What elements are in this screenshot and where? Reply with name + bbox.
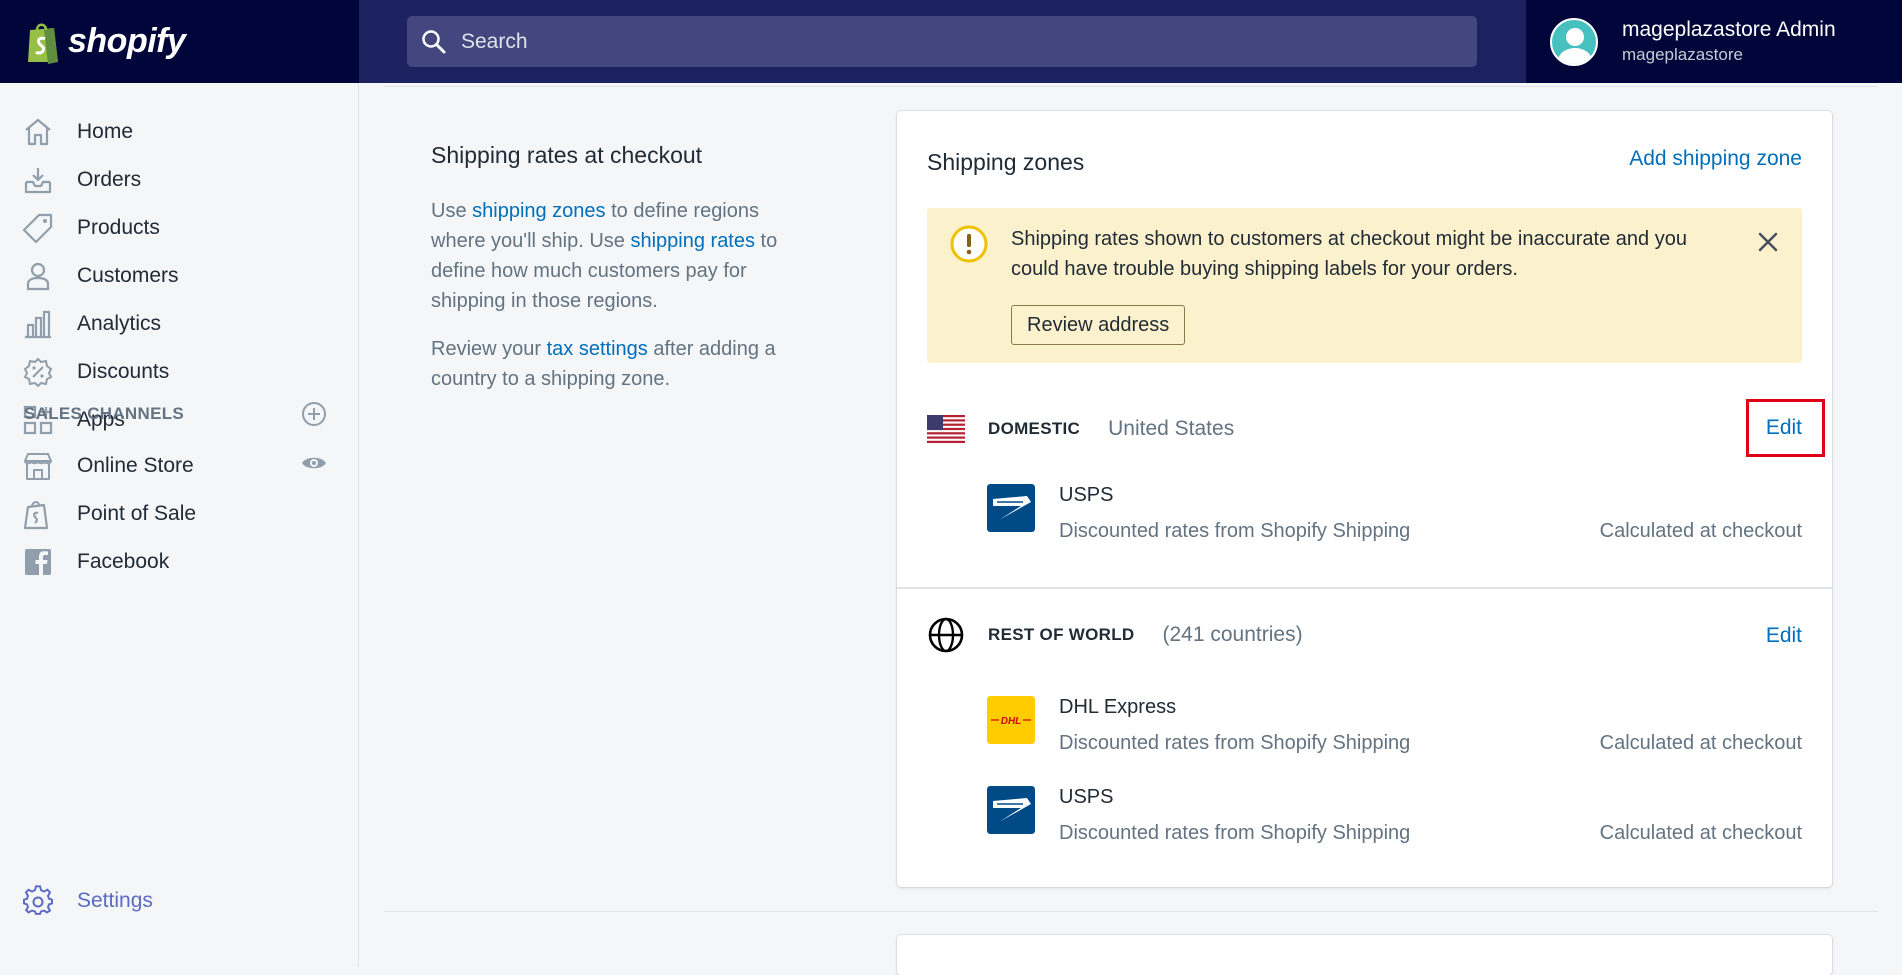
sidebar-item-point-of-sale[interactable]: Point of Sale: [22, 494, 196, 534]
card-title: Shipping zones: [927, 149, 1085, 175]
divider: [384, 911, 1878, 912]
review-address-button[interactable]: Review address: [1011, 305, 1186, 345]
section-description: Use shipping zones to define regions whe…: [431, 200, 778, 312]
sidebar-item-orders[interactable]: Orders: [22, 160, 141, 200]
pos-icon: [23, 501, 49, 530]
usps-logo-icon: [987, 786, 1035, 834]
user-menu[interactable]: mageplazastore Admin mageplazastore: [1526, 0, 1902, 83]
add-channel-icon[interactable]: [300, 400, 328, 428]
zone-countries: United States: [1108, 417, 1235, 440]
warning-banner: Shipping rates shown to customers at che…: [927, 208, 1802, 363]
add-shipping-zone-link[interactable]: Add shipping zone: [1629, 147, 1802, 171]
store-icon: [24, 453, 52, 480]
user-store: mageplazastore: [1622, 45, 1743, 64]
tag-icon: [22, 213, 53, 244]
zone-countries: (241 countries): [1162, 623, 1303, 646]
carrier-rate: Calculated at checkout: [1599, 520, 1802, 542]
carrier-description: Discounted rates from Shopify Shipping: [1059, 732, 1411, 754]
next-card: [897, 935, 1832, 975]
user-name: mageplazastore Admin: [1622, 18, 1836, 41]
sidebar-item-label: Point of Sale: [77, 502, 197, 525]
carrier-description: Discounted rates from Shopify Shipping: [1059, 822, 1411, 844]
carrier-name: USPS: [1059, 786, 1114, 808]
sidebar-item-label: Products: [77, 216, 160, 239]
globe-icon: [928, 617, 964, 653]
carrier-rate: Calculated at checkout: [1599, 732, 1802, 754]
carrier-rate: Calculated at checkout: [1599, 822, 1802, 844]
sidebar-item-online-store[interactable]: Online Store: [22, 446, 194, 486]
close-icon[interactable]: [1754, 228, 1782, 256]
zone-domestic-header: DOMESTIC United States: [927, 411, 1234, 447]
eye-icon[interactable]: [300, 449, 328, 477]
sidebar-item-label: Orders: [77, 168, 142, 191]
sidebar-item-home[interactable]: Home: [22, 112, 133, 152]
svg-text:DHL: DHL: [1001, 716, 1022, 727]
dhl-logo-icon: DHL: [987, 696, 1035, 744]
brand-name: shopify: [68, 22, 186, 60]
sidebar-item-label: Facebook: [77, 550, 170, 573]
sidebar-item-discounts[interactable]: Discounts: [22, 352, 169, 392]
us-flag-icon: [927, 415, 965, 443]
sidebar-item-label: Settings: [77, 889, 153, 912]
carrier-name: DHL Express: [1059, 696, 1177, 718]
search-input[interactable]: [461, 29, 1361, 54]
shipping-rates-link[interactable]: shipping rates: [630, 230, 755, 252]
sidebar-item-analytics[interactable]: Analytics: [22, 304, 161, 344]
sidebar-item-label: Discounts: [77, 360, 170, 383]
discount-icon: [23, 357, 53, 388]
banner-message: Shipping rates shown to customers at che…: [1011, 228, 1687, 280]
section-description-tax: Review your tax settings after adding a …: [431, 338, 776, 390]
carrier-description: Discounted rates from Shopify Shipping: [1059, 520, 1411, 542]
warning-icon: [950, 225, 988, 263]
zone-name: REST OF WORLD: [988, 625, 1135, 644]
sidebar-item-label: Online Store: [77, 454, 194, 477]
tax-settings-link[interactable]: tax settings: [547, 338, 648, 360]
carrier-row: USPS Discounted rates from Shopify Shipp…: [987, 786, 1802, 856]
sidebar-item-customers[interactable]: Customers: [22, 256, 179, 296]
shopify-bag-icon: [28, 23, 58, 64]
shipping-zones-link[interactable]: shipping zones: [472, 200, 605, 222]
search-bar[interactable]: [407, 16, 1477, 67]
bar-chart-icon: [25, 310, 51, 339]
sidebar-item-label: Analytics: [77, 312, 162, 335]
shopify-logo[interactable]: shopify: [0, 0, 359, 83]
sales-channels-header: SALES CHANNELS: [24, 404, 185, 423]
sidebar-item-label: Customers: [77, 264, 179, 287]
sidebar-item-products[interactable]: Products: [22, 208, 160, 248]
sidebar-item-label: Home: [77, 120, 134, 143]
edit-world-link[interactable]: Edit: [1766, 624, 1802, 648]
search-icon: [422, 29, 446, 53]
shipping-zones-card: Shipping zones Add shipping zone Shippin…: [897, 111, 1832, 887]
divider: [897, 587, 1832, 589]
home-icon: [25, 118, 51, 146]
orders-icon: [24, 168, 52, 194]
divider: [384, 86, 1878, 87]
carrier-name: USPS: [1059, 484, 1114, 506]
gear-icon: [23, 885, 53, 915]
facebook-icon: [25, 549, 51, 575]
usps-logo-icon: [987, 484, 1035, 532]
carrier-row: USPS Discounted rates from Shopify Shipp…: [987, 484, 1802, 554]
scrollbar[interactable]: [1880, 83, 1902, 967]
sidebar-item-facebook[interactable]: Facebook: [22, 542, 169, 582]
avatar: [1550, 17, 1598, 66]
zone-world-header: REST OF WORLD (241 countries): [927, 615, 1303, 655]
section-title: Shipping rates at checkout: [431, 142, 703, 168]
person-icon: [26, 262, 50, 291]
sidebar-item-settings[interactable]: Settings: [22, 881, 153, 921]
top-bar: shopify mageplazastore Admin mageplazast…: [0, 0, 1902, 83]
carrier-row: DHL DHL Express Discounted rates from Sh…: [987, 696, 1802, 766]
sidebar: Home Orders Products Customers Analytics…: [0, 83, 359, 967]
zone-name: DOMESTIC: [988, 419, 1081, 438]
highlight-box: [1746, 399, 1825, 457]
